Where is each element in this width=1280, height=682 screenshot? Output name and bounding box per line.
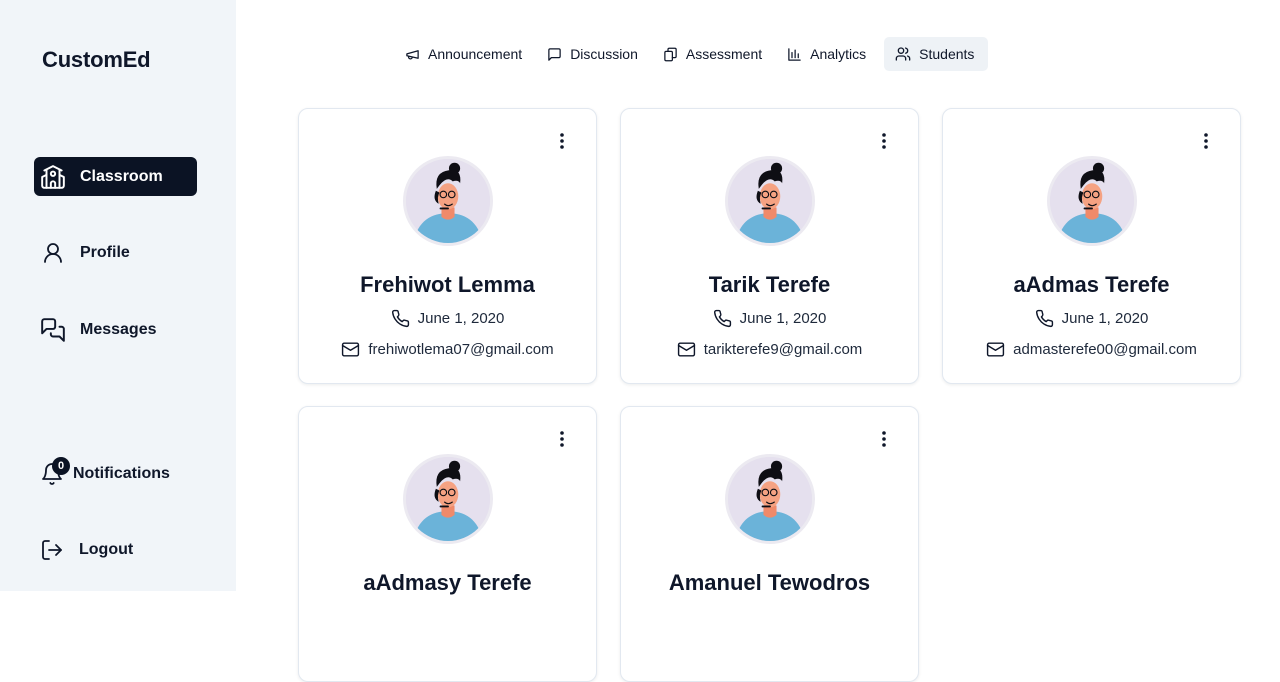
tab-label: Students [919, 46, 975, 62]
tab-label: Discussion [570, 46, 638, 62]
student-card[interactable]: aAdmasy Terefe [298, 406, 597, 682]
student-avatar [724, 454, 815, 544]
phone-icon [1035, 309, 1053, 328]
tab-label: Analytics [810, 46, 867, 62]
sidebar-item-label: Logout [79, 540, 134, 558]
student-phone-text: June 1, 2020 [417, 310, 505, 327]
student-card[interactable]: aAdmas Terefe June 1, 2020 admasterefe00… [942, 108, 1241, 384]
tab-analytics[interactable]: Analytics [776, 37, 880, 71]
messages-icon [40, 317, 66, 343]
student-name: aAdmasy Terefe [363, 570, 532, 595]
mail-icon [987, 342, 1005, 357]
phone-icon [391, 309, 409, 328]
student-name: aAdmas Terefe [1013, 272, 1170, 297]
student-phone: June 1, 2020 [299, 309, 596, 328]
tab-discussion[interactable]: Discussion [536, 37, 652, 71]
student-phone: June 1, 2020 [621, 309, 918, 328]
student-phone-text: June 1, 2020 [739, 310, 827, 327]
notification-count-badge: 0 [52, 456, 70, 475]
student-email: tarikterefe9@gmail.com [621, 340, 918, 359]
student-avatar [1046, 156, 1137, 246]
mail-icon [342, 342, 360, 357]
tab-label: Announcement [428, 46, 523, 62]
message-square-icon [548, 47, 561, 61]
student-name: Frehiwot Lemma [360, 272, 535, 297]
users-icon [895, 47, 911, 61]
student-avatar [402, 454, 493, 544]
more-options-icon[interactable] [553, 429, 571, 449]
student-phone-text: June 1, 2020 [1061, 310, 1149, 327]
student-card[interactable]: Amanuel Tewodros [620, 406, 919, 682]
sidebar-item-profile[interactable]: Profile [34, 233, 197, 272]
bar-chart-icon [788, 47, 801, 61]
tab-assessment[interactable]: Assessment [652, 37, 776, 71]
student-name: Amanuel Tewodros [668, 570, 871, 595]
phone-icon [713, 309, 731, 328]
sidebar-item-messages[interactable]: Messages [34, 310, 197, 349]
student-name: Tarik Terefe [708, 272, 831, 297]
logout-icon [39, 537, 65, 563]
megaphone-icon [406, 49, 419, 59]
more-options-icon[interactable] [875, 429, 893, 449]
school-icon [40, 164, 66, 190]
more-options-icon[interactable] [1197, 131, 1215, 151]
sidebar: CustomEd Classroom Profile Messages 0 No… [0, 0, 236, 591]
student-card[interactable]: Tarik Terefe June 1, 2020 tarikterefe9@g… [620, 108, 919, 384]
user-icon [40, 240, 66, 266]
tab-students[interactable]: Students [884, 37, 989, 71]
tab-label: Assessment [685, 46, 763, 62]
student-email-text: admasterefe00@gmail.com [1013, 341, 1197, 358]
student-email: admasterefe00@gmail.com [943, 340, 1240, 359]
copy-icon [664, 47, 677, 61]
student-email: frehiwotlema07@gmail.com [299, 340, 596, 359]
sidebar-item-label: Classroom [80, 167, 163, 185]
student-email-text: tarikterefe9@gmail.com [703, 341, 863, 358]
more-options-icon[interactable] [875, 131, 893, 151]
student-avatar [724, 156, 815, 246]
student-email-text: frehiwotlema07@gmail.com [368, 341, 554, 358]
sidebar-item-notifications[interactable]: 0 Notifications [33, 454, 196, 493]
student-card[interactable]: Frehiwot Lemma June 1, 2020 frehiwotlema… [298, 108, 597, 384]
more-options-icon[interactable] [553, 131, 571, 151]
brand-logo: CustomEd [42, 47, 151, 72]
sidebar-item-logout[interactable]: Logout [33, 530, 196, 569]
mail-icon [677, 342, 695, 357]
bell-icon: 0 [39, 456, 70, 487]
sidebar-item-label: Profile [80, 243, 130, 261]
sidebar-item-label: Notifications [73, 464, 170, 482]
student-avatar [402, 156, 493, 246]
sidebar-item-classroom[interactable]: Classroom [34, 157, 197, 196]
tab-announcement[interactable]: Announcement [394, 37, 536, 71]
classroom-tabs: Announcement Discussion Assessment Analy… [394, 37, 989, 71]
sidebar-item-label: Messages [80, 320, 157, 338]
student-phone: June 1, 2020 [943, 309, 1240, 328]
